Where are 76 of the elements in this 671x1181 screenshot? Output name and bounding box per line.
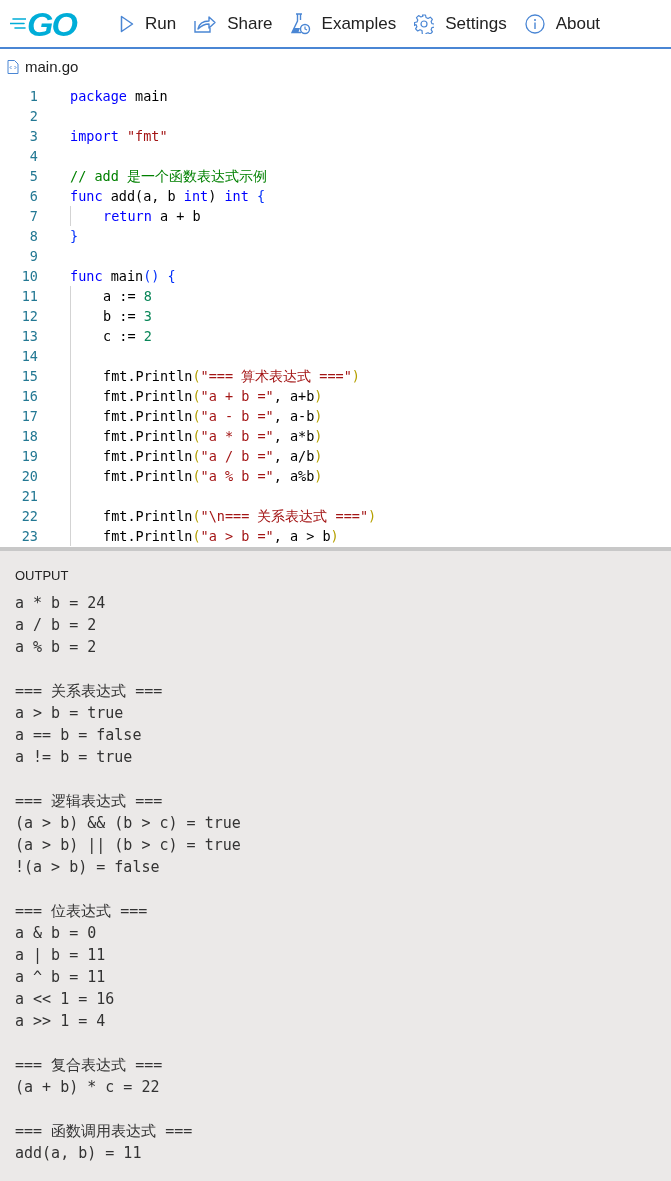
line-number: 17: [20, 406, 38, 426]
line-number: 22: [20, 506, 38, 526]
line-number: 21: [20, 486, 38, 506]
nav-button[interactable]: Examples: [290, 10, 397, 37]
output-line: a | b = 11: [15, 945, 106, 966]
code-line: fmt.Println("a * b =", a*b): [103, 426, 323, 446]
line-number: 7: [28, 206, 38, 226]
line-number: 1: [28, 86, 38, 106]
settings-icon: [414, 13, 435, 34]
code-line: return a + b: [103, 206, 201, 226]
output-line: a % b = 2: [15, 637, 97, 658]
output-line: a << 1 = 16: [15, 989, 115, 1010]
line-number: 18: [20, 426, 38, 446]
output-line: a & b = 0: [15, 923, 97, 944]
output-line: === 关系表达式 ===: [15, 681, 163, 702]
output-line: === 复合表达式 ===: [15, 1055, 163, 1076]
output-line: === 逻辑表达式 ===: [15, 791, 163, 812]
file-tab[interactable]: main.go: [25, 55, 79, 79]
code-line: fmt.Println("a > b =", a > b): [103, 526, 339, 546]
code-line: func add(a, b int) int {: [70, 186, 266, 206]
nav-button[interactable]: Share: [194, 10, 273, 37]
code-line: fmt.Println("a / b =", a/b): [103, 446, 323, 466]
line-number: 13: [20, 326, 38, 346]
output-line: (a > b) && (b > c) = true: [15, 813, 241, 834]
play-icon: [120, 14, 134, 33]
code-line: fmt.Println("a + b =", a+b): [103, 386, 323, 406]
code-line: // add 是一个函数表达式示例: [70, 166, 267, 186]
code-line: c := 2: [103, 326, 152, 346]
output-line: a != b = true: [15, 747, 133, 768]
output-line: === 函数调用表达式 ===: [15, 1121, 193, 1142]
line-number: 15: [20, 366, 38, 386]
output-line: a ^ b = 11: [15, 967, 106, 988]
code-line: package main: [70, 86, 168, 106]
line-number: 10: [20, 266, 38, 286]
code-line: fmt.Println("a % b =", a%b): [103, 466, 323, 486]
nav-button[interactable]: Settings: [414, 10, 507, 37]
line-number: 3: [28, 126, 38, 146]
output-line: a * b = 24: [15, 593, 106, 614]
output-line: (a + b) * c = 22: [15, 1077, 160, 1098]
line-number: 23: [20, 526, 38, 546]
code-line: a := 8: [103, 286, 152, 306]
output-line: !(a > b) = false: [15, 857, 160, 878]
output-line: a >> 1 = 4: [15, 1011, 106, 1032]
line-number: 14: [20, 346, 38, 366]
line-number: 8: [28, 226, 38, 246]
output-line: a > b = true: [15, 703, 124, 724]
line-number: 5: [28, 166, 38, 186]
code-line: fmt.Println("=== 算术表达式 ==="): [103, 366, 360, 386]
code-line: import "fmt": [70, 126, 168, 146]
line-number: 2: [28, 106, 38, 126]
nav-button[interactable]: About: [524, 10, 601, 37]
info-icon: [524, 13, 545, 34]
line-number: 9: [28, 246, 38, 266]
line-number: 20: [20, 466, 38, 486]
speed-lines-icon: [10, 18, 26, 29]
flask-icon: [290, 12, 311, 35]
line-number: 16: [20, 386, 38, 406]
code-file-icon: [7, 60, 19, 74]
line-number: 6: [28, 186, 38, 206]
output-line: === 位表达式 ===: [15, 901, 148, 922]
line-number: 11: [20, 286, 38, 306]
code-line: fmt.Println("a - b =", a-b): [103, 406, 323, 426]
code-line: func main() {: [70, 266, 176, 286]
line-number: 4: [28, 146, 38, 166]
line-number: 19: [20, 446, 38, 466]
output-line: (a > b) || (b > c) = true: [15, 835, 241, 856]
output-line: a / b = 2: [15, 615, 97, 636]
code-line: fmt.Println("\n=== 关系表达式 ==="): [103, 506, 377, 526]
nav-button[interactable]: Run: [120, 10, 177, 37]
output-line: a == b = false: [15, 725, 142, 746]
code-line: }: [70, 226, 79, 246]
code-line: b := 3: [103, 306, 152, 326]
line-number: 12: [20, 306, 38, 326]
output-label: OUTPUT: [15, 567, 69, 585]
share-icon: [194, 14, 217, 33]
output-line: add(a, b) = 11: [15, 1143, 142, 1164]
